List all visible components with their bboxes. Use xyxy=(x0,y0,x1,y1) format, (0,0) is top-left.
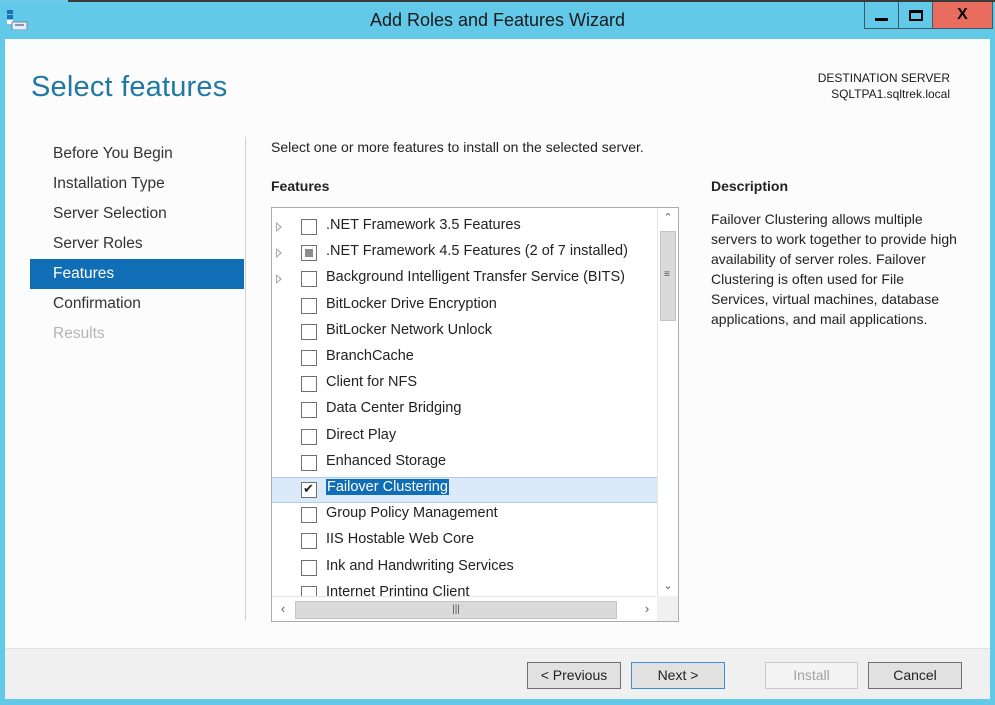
close-icon: X xyxy=(957,6,968,23)
horizontal-scrollbar[interactable]: ‹ ||| › xyxy=(272,596,657,621)
nav-item-installation-type[interactable]: Installation Type xyxy=(30,169,244,199)
nav-item-features[interactable]: Features xyxy=(30,259,244,289)
feature-checkbox[interactable] xyxy=(301,323,317,340)
feature-row[interactable]: Direct Play xyxy=(272,425,657,451)
scrollbar-corner xyxy=(657,596,678,621)
feature-label: Direct Play xyxy=(326,426,397,443)
expand-arrow-icon[interactable] xyxy=(276,222,282,232)
wizard-client-area: Select features DESTINATION SERVER SQLTP… xyxy=(5,39,990,699)
scroll-down-icon[interactable]: ⌄ xyxy=(658,576,678,596)
feature-row[interactable]: BranchCache xyxy=(272,346,657,372)
instruction-text: Select one or more features to install o… xyxy=(271,139,644,155)
feature-row[interactable]: Background Intelligent Transfer Service … xyxy=(272,267,657,293)
destination-server-name: SQLTPA1.sqltrek.local xyxy=(831,87,950,101)
feature-checkbox[interactable] xyxy=(301,297,317,314)
wizard-steps-nav: Before You Begin Installation Type Serve… xyxy=(30,139,244,349)
feature-label: Data Center Bridging xyxy=(326,400,462,417)
feature-checkbox[interactable] xyxy=(301,402,317,419)
feature-checkbox[interactable] xyxy=(301,481,317,498)
scroll-up-icon[interactable]: ⌃ xyxy=(658,208,678,228)
feature-row[interactable]: Client for NFS xyxy=(272,372,657,398)
features-tree[interactable]: .NET Framework 3.5 Features .NET Framewor… xyxy=(271,207,679,622)
feature-label: Client for NFS xyxy=(326,374,418,391)
feature-row[interactable]: BitLocker Network Unlock xyxy=(272,320,657,346)
feature-row[interactable]: BitLocker Drive Encryption xyxy=(272,294,657,320)
horizontal-scroll-thumb[interactable]: ||| xyxy=(295,601,617,619)
nav-item-results: Results xyxy=(53,325,105,342)
feature-label: .NET Framework 3.5 Features xyxy=(326,217,521,233)
feature-checkbox[interactable] xyxy=(301,271,317,288)
feature-row[interactable]: .NET Framework 3.5 Features xyxy=(272,215,657,241)
wizard-footer: < Previous Next > Install Cancel xyxy=(5,648,990,699)
feature-checkbox[interactable] xyxy=(301,533,317,550)
nav-item-server-roles[interactable]: Server Roles xyxy=(30,229,244,259)
feature-checkbox[interactable] xyxy=(301,428,317,445)
nav-divider xyxy=(245,137,246,621)
install-button: Install xyxy=(765,662,858,689)
vertical-scroll-thumb[interactable]: ≡ xyxy=(660,231,676,321)
feature-row[interactable]: Internet Printing Client xyxy=(272,582,657,596)
nav-item-confirmation[interactable]: Confirmation xyxy=(30,289,244,319)
feature-checkbox[interactable] xyxy=(301,376,317,393)
scroll-left-icon[interactable]: ‹ xyxy=(273,599,293,619)
page-title: Select features xyxy=(31,71,228,103)
description-header: Description xyxy=(711,178,789,194)
feature-label: BranchCache xyxy=(326,348,414,364)
expand-arrow-icon[interactable] xyxy=(276,274,282,285)
feature-description: Failover Clustering allows multiple serv… xyxy=(711,211,957,327)
feature-row[interactable]: IIS Hostable Web Core xyxy=(272,529,657,555)
feature-row[interactable]: .NET Framework 4.5 Features (2 of 7 inst… xyxy=(272,241,657,267)
close-button[interactable]: X xyxy=(933,2,993,29)
nav-item-before-you-begin[interactable]: Before You Begin xyxy=(30,139,244,169)
title-bar[interactable]: Add Roles and Features Wizard X xyxy=(0,2,995,39)
feature-row[interactable]: Failover Clustering xyxy=(272,477,657,503)
nav-item-server-selection[interactable]: Server Selection xyxy=(30,199,244,229)
minimize-button[interactable] xyxy=(864,2,899,29)
feature-label: BitLocker Drive Encryption xyxy=(326,295,497,312)
features-rows: .NET Framework 3.5 Features .NET Framewor… xyxy=(272,208,657,596)
feature-label: BitLocker Network Unlock xyxy=(326,321,492,338)
previous-button[interactable]: < Previous xyxy=(527,662,621,689)
feature-label: Ink and Handwriting Services xyxy=(326,557,514,574)
feature-label: Group Policy Management xyxy=(326,505,498,522)
feature-row[interactable]: Group Policy Management xyxy=(272,503,657,529)
expand-arrow-icon[interactable] xyxy=(276,248,282,259)
feature-label: .NET Framework 4.5 Features (2 of 7 inst… xyxy=(326,243,628,260)
scroll-right-icon[interactable]: › xyxy=(637,599,657,619)
feature-checkbox[interactable] xyxy=(301,245,317,262)
feature-row[interactable]: Enhanced Storage xyxy=(272,451,657,477)
feature-checkbox[interactable] xyxy=(301,585,317,596)
maximize-icon xyxy=(908,9,923,21)
feature-label: Background Intelligent Transfer Service … xyxy=(326,269,625,286)
features-header: Features xyxy=(271,178,330,194)
cancel-button[interactable]: Cancel xyxy=(868,662,962,689)
feature-checkbox[interactable] xyxy=(301,559,317,576)
minimize-icon xyxy=(875,18,888,21)
next-button[interactable]: Next > xyxy=(631,662,725,689)
maximize-button[interactable] xyxy=(899,2,933,29)
feature-row[interactable]: Data Center Bridging xyxy=(272,398,657,424)
feature-checkbox[interactable] xyxy=(301,350,317,366)
vertical-scrollbar[interactable]: ⌃ ≡ ⌄ xyxy=(657,208,678,596)
grip-icon: ≡ xyxy=(664,269,670,280)
window-title: Add Roles and Features Wizard xyxy=(369,10,626,30)
feature-label: IIS Hostable Web Core xyxy=(326,531,475,548)
destination-server-info: DESTINATION SERVER SQLTPA1.sqltrek.local xyxy=(818,70,950,102)
feature-checkbox[interactable] xyxy=(301,454,317,471)
feature-row[interactable]: Ink and Handwriting Services xyxy=(272,556,657,582)
destination-server-label: DESTINATION SERVER xyxy=(817,71,950,85)
feature-checkbox[interactable] xyxy=(301,219,317,235)
feature-label: Failover Clustering xyxy=(326,479,449,495)
feature-checkbox[interactable] xyxy=(301,507,317,524)
feature-label: Enhanced Storage xyxy=(326,452,447,469)
feature-label: Internet Printing Client xyxy=(326,583,470,596)
